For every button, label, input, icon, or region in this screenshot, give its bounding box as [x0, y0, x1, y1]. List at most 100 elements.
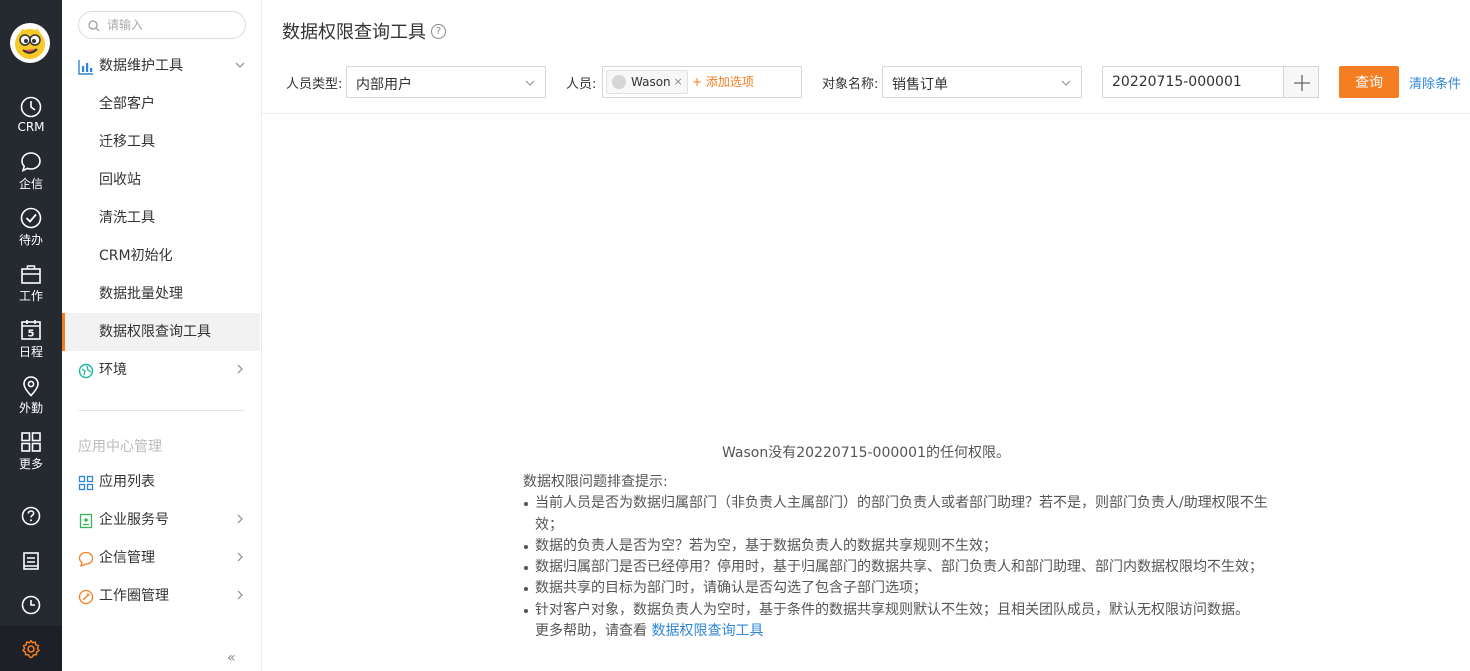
menu-item-all-customers[interactable]: 全部客户	[62, 85, 260, 123]
person-label: 人员:	[566, 77, 597, 92]
object-name-label: 对象名称:	[822, 77, 879, 92]
chevron-right-icon	[237, 364, 243, 374]
help-tooltip-icon[interactable]: ?	[431, 24, 446, 39]
rail-label: 企信	[18, 177, 43, 191]
work-circle-icon	[78, 589, 94, 605]
menu-group-data-tools[interactable]: 数据维护工具	[62, 47, 260, 85]
location-pin-icon	[23, 376, 39, 397]
rail-label: CRM	[17, 120, 45, 134]
search-icon	[88, 20, 100, 32]
person-tag: Wason ×	[606, 70, 688, 94]
query-button[interactable]: 查询	[1339, 66, 1399, 98]
menu-group-environment[interactable]: 环境	[62, 351, 260, 389]
help-button[interactable]	[0, 506, 62, 526]
chevron-right-icon	[237, 514, 243, 524]
app-logo[interactable]	[10, 23, 50, 63]
menu-item-crm-init[interactable]: CRM初始化	[62, 237, 260, 275]
rail-label: 外勤	[18, 401, 43, 415]
person-tag-label: Wason	[631, 75, 671, 89]
check-circle-icon	[20, 207, 42, 229]
chevron-down-icon	[525, 80, 535, 86]
more-help-text: 更多帮助，请查看	[535, 623, 647, 640]
menu-item-cleaning[interactable]: 清洗工具	[62, 199, 260, 237]
chat-manage-icon	[78, 551, 94, 567]
result-message: Wason没有20220715-000001的任何权限。	[721, 445, 1010, 461]
menu-group-label: 环境	[99, 362, 127, 378]
menu-item-label: 清洗工具	[99, 210, 155, 226]
history-icon	[21, 595, 41, 615]
clear-conditions-link[interactable]: 清除条件	[1409, 73, 1461, 92]
tips-title: 数据权限问题排查提示:	[523, 474, 668, 490]
more-help-link[interactable]: 数据权限查询工具	[651, 623, 763, 639]
menu-item-work-circle[interactable]: 工作圈管理	[62, 577, 260, 615]
troubleshooting-tips: 数据权限问题排查提示: 当前人员是否为数据归属部门（非负责人主属部门）的部门负责…	[523, 472, 1283, 642]
add-record-button[interactable]	[1283, 66, 1319, 98]
plus-icon	[1294, 75, 1310, 91]
person-select[interactable]: Wason × + 添加选项	[602, 66, 802, 98]
object-name-value: 销售订单	[892, 77, 948, 93]
rail-item-work[interactable]: 工作	[0, 263, 62, 304]
env-icon	[78, 363, 94, 379]
main-content: 数据权限查询工具 ? 人员类型: 内部用户 人员: Wason × + 添加选项…	[262, 0, 1470, 671]
rail-item-qixin[interactable]: 企信	[0, 151, 62, 192]
record-id-field[interactable]: 20220715-000001	[1102, 66, 1284, 98]
menu-item-label: 企信管理	[99, 550, 155, 566]
left-rail: CRM 企信 待办 工作 5 日程 外勤 更多	[0, 0, 62, 671]
menu-group-label: 数据维护工具	[99, 58, 183, 74]
history-button[interactable]	[0, 595, 62, 615]
list-item: 针对客户对象，数据负责人为空时，基于条件的数据共享规则默认不生效；且相关团队成员…	[523, 600, 1283, 621]
rail-item-crm[interactable]: CRM	[0, 96, 62, 134]
more-help: 更多帮助，请查看 数据权限查询工具	[523, 621, 1283, 642]
notepad-icon	[23, 552, 39, 570]
menu-item-label: 迁移工具	[99, 134, 155, 150]
menu-item-recycle-bin[interactable]: 回收站	[62, 161, 260, 199]
rail-item-schedule[interactable]: 5 日程	[0, 319, 62, 360]
person-type-select[interactable]: 内部用户	[346, 66, 546, 98]
menu-item-label: 全部客户	[99, 96, 155, 112]
page-title: 数据权限查询工具	[282, 22, 426, 43]
chevron-down-icon	[235, 62, 245, 68]
app-grid-icon	[78, 475, 94, 491]
avatar	[612, 75, 626, 89]
bar-chart-icon	[78, 60, 93, 75]
list-item: 数据的负责人是否为空？若为空，基于数据负责人的数据共享规则不生效；	[523, 536, 1283, 557]
record-id-value: 20220715-000001	[1112, 74, 1242, 90]
rail-label: 更多	[18, 457, 43, 471]
list-item: 当前人员是否为数据归属部门（非负责人主属部门）的部门负责人或者部门助理？若不是，…	[523, 493, 1283, 536]
menu-item-label: 回收站	[99, 172, 141, 188]
collapse-menu-button[interactable]: «	[227, 650, 236, 666]
menu-item-app-list[interactable]: 应用列表	[62, 463, 260, 501]
person-type-label: 人员类型:	[286, 77, 343, 92]
person-type-value: 内部用户	[356, 77, 412, 93]
menu-item-service-account[interactable]: 企业服务号	[62, 501, 260, 539]
rail-item-todo[interactable]: 待办	[0, 207, 62, 248]
rail-label: 工作	[18, 289, 43, 303]
settings-button[interactable]	[0, 626, 62, 671]
menu-item-label: 企业服务号	[99, 512, 169, 528]
add-option-button[interactable]: + 添加选项	[692, 73, 754, 90]
object-name-select[interactable]: 销售订单	[882, 66, 1082, 98]
notes-button[interactable]	[0, 551, 62, 571]
menu-item-label: CRM初始化	[99, 248, 173, 264]
section-title: 应用中心管理	[78, 439, 162, 455]
grid-icon	[21, 432, 41, 452]
menu-item-label: 应用列表	[99, 474, 155, 490]
menu-item-label: 工作圈管理	[99, 588, 169, 604]
menu-item-label: 数据批量处理	[99, 286, 183, 302]
briefcase-icon	[21, 265, 41, 284]
menu-item-permission-query[interactable]: 数据权限查询工具	[62, 313, 260, 351]
side-menu: 数据维护工具 全部客户 迁移工具 回收站 清洗工具 CRM初始化 数据批量处理 …	[62, 0, 262, 671]
clock-icon	[20, 96, 42, 118]
remove-tag-button[interactable]: ×	[673, 71, 682, 93]
settings-icon	[22, 639, 40, 659]
rail-label: 待办	[18, 233, 43, 247]
tips-list: 当前人员是否为数据归属部门（非负责人主属部门）的部门负责人或者部门助理？若不是，…	[523, 493, 1283, 621]
menu-item-qixin-manage[interactable]: 企信管理	[62, 539, 260, 577]
menu-item-migration[interactable]: 迁移工具	[62, 123, 260, 161]
menu-item-batch[interactable]: 数据批量处理	[62, 275, 260, 313]
menu-search[interactable]	[78, 11, 246, 39]
chevron-down-icon	[1061, 80, 1071, 86]
rail-item-field[interactable]: 外勤	[0, 375, 62, 416]
rail-item-more[interactable]: 更多	[0, 431, 62, 472]
search-input[interactable]	[107, 16, 237, 34]
